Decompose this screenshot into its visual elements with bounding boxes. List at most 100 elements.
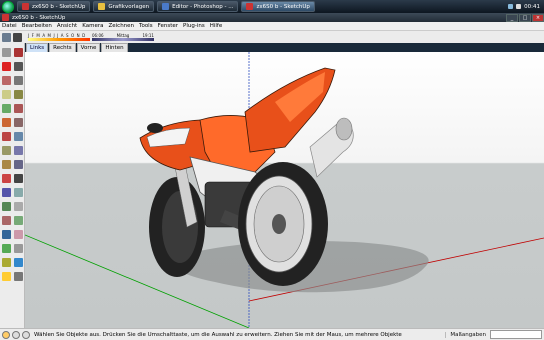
shadow-settings-icon[interactable] xyxy=(2,32,11,42)
shadow-toolbar: J F M A M J J A S O N D 06:06 Mittag 19:… xyxy=(0,31,544,43)
tab-vorne[interactable]: Vorne xyxy=(76,43,101,52)
pan-icon[interactable] xyxy=(13,187,23,197)
taskbar-item-label: Grafikvorlagen xyxy=(108,3,150,10)
minimize-button[interactable]: _ xyxy=(506,13,518,22)
palette-row xyxy=(0,87,24,101)
time-slider[interactable]: 06:06 Mittag 19:11 xyxy=(92,33,154,41)
palette-row xyxy=(0,185,24,199)
taskbar-item-grafikvorlagen[interactable]: Grafikvorlagen xyxy=(93,1,155,12)
taskbar-item-label: zx6S0 b - SketchUp xyxy=(32,3,86,10)
menu-bar: Datei Bearbeiten Ansicht Kamera Zeichnen… xyxy=(0,22,544,31)
palette-row xyxy=(0,143,24,157)
menu-plugins[interactable]: Plug-ins xyxy=(183,23,205,29)
palette-row xyxy=(0,157,24,171)
palette-row xyxy=(0,129,24,143)
palette-row xyxy=(0,101,24,115)
menu-hilfe[interactable]: Hilfe xyxy=(210,23,223,29)
dimension-icon[interactable] xyxy=(13,145,23,155)
push-pull-icon[interactable] xyxy=(1,103,11,113)
tab-rechts[interactable]: Rechts xyxy=(49,43,76,52)
component-icon[interactable] xyxy=(13,47,23,57)
section-plane-icon[interactable] xyxy=(13,243,23,253)
clock[interactable]: 00:41 xyxy=(524,4,540,10)
tab-hinten[interactable]: Hinten xyxy=(101,43,128,52)
taskbar-item-photoshop[interactable]: Editor - Photoshop - ... xyxy=(157,1,239,12)
photoshop-icon xyxy=(162,3,170,10)
protractor-icon[interactable] xyxy=(1,159,11,169)
zoom-icon[interactable] xyxy=(1,201,11,211)
palette-row xyxy=(0,269,24,283)
scene-tabs: Links Rechts Vorne Hinten xyxy=(26,43,129,52)
palette-row xyxy=(0,45,24,59)
palette-row xyxy=(0,59,24,73)
time-slider-track[interactable] xyxy=(92,38,154,41)
menu-datei[interactable]: Datei xyxy=(2,23,17,29)
eraser-icon[interactable] xyxy=(1,89,11,99)
rear-hub xyxy=(272,214,286,234)
pencil-icon[interactable] xyxy=(1,61,11,71)
3d-text-icon[interactable] xyxy=(13,173,23,183)
date-slider[interactable]: J F M A M J J A S O N D xyxy=(28,33,90,41)
window-title: zx6S0 b - SketchUp xyxy=(12,14,66,21)
hint-icon[interactable] xyxy=(2,330,10,339)
taskbar-item-sketchup-2[interactable]: zx6S0 b - SketchUp xyxy=(241,1,315,12)
model-canvas xyxy=(25,52,544,328)
folder-icon xyxy=(98,3,106,10)
sandbox-icon[interactable] xyxy=(1,257,11,267)
network-icon[interactable] xyxy=(508,4,514,9)
measurements-input[interactable] xyxy=(490,330,542,339)
circle-icon[interactable] xyxy=(1,75,11,85)
menu-ansicht[interactable]: Ansicht xyxy=(57,23,77,29)
system-tray: 00:41 xyxy=(504,0,544,13)
taskbar-item-label: zx6S0 b - SketchUp xyxy=(256,3,310,10)
taskbar-item-label: Editor - Photoshop - ... xyxy=(172,3,234,10)
menu-bearbeiten[interactable]: Bearbeiten xyxy=(22,23,52,29)
maximize-button[interactable]: □ xyxy=(519,13,531,22)
status-bar: Wählen Sie Objekte aus. Drücken Sie die … xyxy=(0,328,544,340)
move-icon[interactable] xyxy=(13,103,23,113)
polygon-icon[interactable] xyxy=(13,75,23,85)
status-hint: Wählen Sie Objekte aus. Drücken Sie die … xyxy=(34,331,402,338)
credits-icon[interactable] xyxy=(22,330,30,339)
palette-row xyxy=(0,199,24,213)
scale-icon[interactable] xyxy=(1,131,11,141)
text-icon[interactable] xyxy=(13,159,23,169)
follow-me-icon[interactable] xyxy=(13,117,23,127)
paint-bucket-icon[interactable] xyxy=(13,89,23,99)
position-camera-icon[interactable] xyxy=(1,229,11,239)
close-button[interactable]: × xyxy=(532,13,544,22)
tape-measure-icon[interactable] xyxy=(1,145,11,155)
zoom-extents-icon[interactable] xyxy=(1,215,11,225)
geolocation-icon[interactable] xyxy=(12,330,20,339)
palette-row xyxy=(0,73,24,87)
display-shadows-icon[interactable] xyxy=(13,32,22,42)
arrow-select-icon[interactable] xyxy=(1,47,11,57)
orbit-icon[interactable] xyxy=(1,187,11,197)
menu-zeichnen[interactable]: Zeichnen xyxy=(108,23,134,29)
volume-icon[interactable] xyxy=(516,4,522,9)
menu-tools[interactable]: Tools xyxy=(139,23,153,29)
palette-row xyxy=(0,171,24,185)
solar-icon[interactable] xyxy=(1,271,11,281)
palette-row xyxy=(0,227,24,241)
taskbar-item-sketchup-1[interactable]: zx6S0 b - SketchUp xyxy=(17,1,91,12)
sketchup-icon xyxy=(246,3,254,10)
tab-links[interactable]: Links xyxy=(26,43,49,52)
axes-icon[interactable] xyxy=(1,173,11,183)
rotate-icon[interactable] xyxy=(1,117,11,127)
menu-fenster[interactable]: Fenster xyxy=(158,23,178,29)
date-slider-track[interactable] xyxy=(28,38,90,41)
previous-view-icon[interactable] xyxy=(13,215,23,225)
settings-icon[interactable] xyxy=(13,271,23,281)
start-button[interactable] xyxy=(2,0,14,13)
look-around-icon[interactable] xyxy=(1,243,11,253)
offset-icon[interactable] xyxy=(13,131,23,141)
menu-kamera[interactable]: Kamera xyxy=(82,23,103,29)
layers-icon[interactable] xyxy=(13,257,23,267)
taskbar: zx6S0 b - SketchUp Grafikvorlagen Editor… xyxy=(0,0,544,13)
viewport-3d[interactable] xyxy=(25,52,544,328)
walk-icon[interactable] xyxy=(13,229,23,239)
palette-row xyxy=(0,255,24,269)
arc-icon[interactable] xyxy=(13,61,23,71)
zoom-window-icon[interactable] xyxy=(13,201,23,211)
